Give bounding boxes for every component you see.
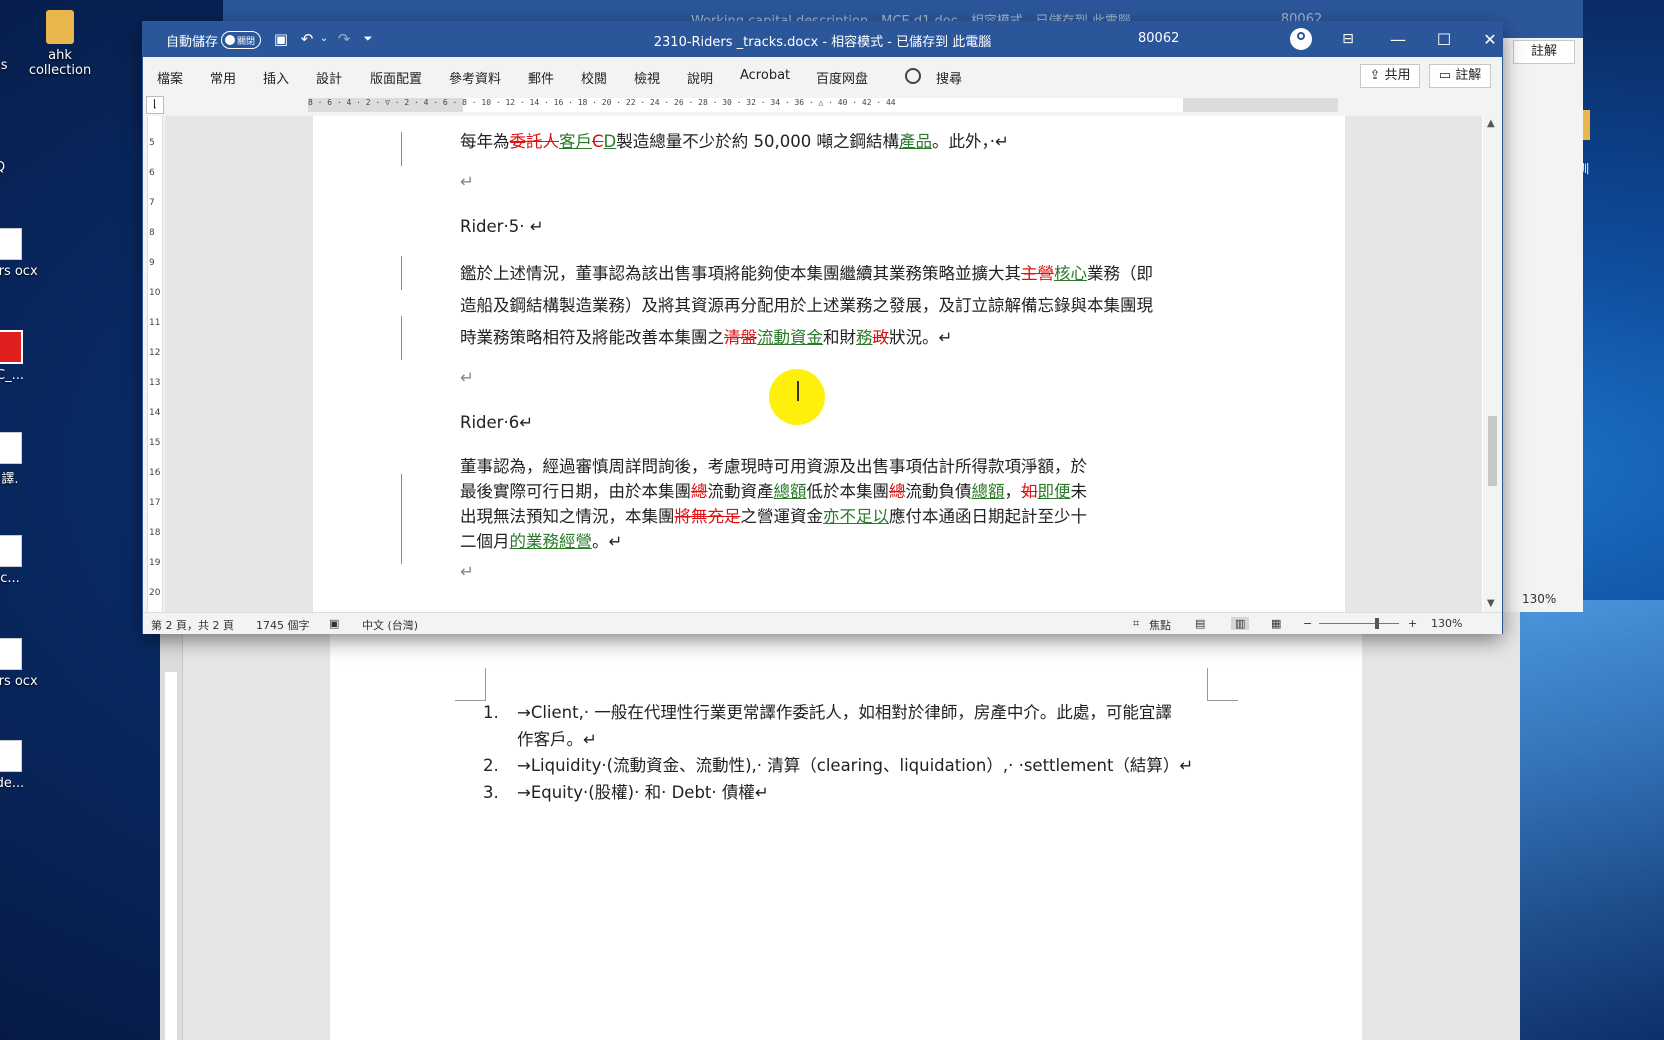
zoom-in-icon[interactable]: +	[1408, 617, 1417, 630]
avatar[interactable]	[1290, 28, 1312, 50]
page-count[interactable]: 第 2 頁，共 2 頁	[151, 617, 234, 633]
paragraph-line[interactable]: 董事認為，經過審慎周詳問詢後，考慮現時可用資源及出售事項估計所得款項淨額，於	[460, 453, 1087, 477]
word-count[interactable]: 1745 個字	[256, 617, 310, 633]
tab-mailings[interactable]: 郵件	[528, 68, 554, 87]
print-layout-icon[interactable]: ▥	[1231, 617, 1250, 630]
proofing-icon[interactable]: ▣	[329, 617, 339, 630]
tab-selector[interactable]: ⌊	[146, 96, 164, 114]
tab-design[interactable]: 設計	[316, 68, 342, 87]
background-vertical-ruler	[160, 612, 183, 1040]
document-icon	[0, 535, 22, 567]
language-indicator[interactable]: 中文 (台灣)	[362, 617, 418, 633]
scroll-up-icon[interactable]: ▲	[1487, 118, 1495, 129]
comments-button[interactable]: ▭ 註解	[1429, 64, 1491, 88]
document-icon	[0, 740, 22, 772]
search-box[interactable]: 搜尋	[936, 68, 962, 87]
document-icon	[0, 638, 22, 670]
maximize-button[interactable]: ☐	[1421, 22, 1467, 57]
paragraph-line[interactable]: 出現無法預知之情況，本集團將無充足之營運資金亦不足以應付本通函日期起計至少十	[460, 503, 1087, 527]
desktop-fragment: ns	[0, 58, 8, 73]
status-bar: 第 2 頁，共 2 頁 1745 個字 ▣ 中文 (台灣) ⌗ 焦點 ▤ ▥ ▦…	[143, 612, 1502, 634]
share-button[interactable]: ⇪ 共用	[1360, 64, 1420, 88]
footnote-list: 1. →Client,· 一般在代理性行業更常譯作委託人，如相對於律師，房產中介…	[483, 700, 1213, 806]
tab-view[interactable]: 檢視	[634, 68, 660, 87]
desktop-icon-riders-doc[interactable]: ders ocx	[0, 638, 55, 689]
tab-baidu[interactable]: 百度网盘	[816, 68, 868, 87]
paragraph-line[interactable]: 鑑於上述情況，董事認為該出售事項將能夠使本集團繼續其業務策略並擴大其主營核心業務…	[460, 260, 1153, 284]
ribbon-display-icon[interactable]: ⊟	[1325, 22, 1371, 57]
background-comment-button[interactable]: 註解	[1513, 40, 1575, 64]
close-button[interactable]: ✕	[1467, 22, 1513, 57]
comment-icon: ▭	[1438, 68, 1456, 83]
share-icon: ⇪	[1369, 68, 1385, 83]
tab-review[interactable]: 校閱	[581, 68, 607, 87]
tab-layout[interactable]: 版面配置	[370, 68, 422, 87]
list-item: 3. →Equity·(股權)· 和· Debt· 債權↵	[483, 782, 769, 802]
list-item: 2. →Liquidity·(流動資金、流動性),· 清算（clearing、l…	[483, 756, 1194, 775]
desktop-icon-doc[interactable]: c...	[0, 535, 55, 586]
ribbon-tabs: 檔案 常用 插入 設計 版面配置 參考資料 郵件 校閱 檢視 說明 Acroba…	[143, 57, 1502, 95]
zoom-slider[interactable]	[1319, 623, 1399, 624]
empty-paragraph[interactable]: ↵	[460, 368, 474, 387]
empty-paragraph[interactable]: ↵	[460, 172, 474, 191]
zoom-slider-thumb[interactable]	[1375, 618, 1379, 629]
paragraph-line[interactable]: 最後實際可行日期，由於本集團總流動資產總額低於本集團總流動負債總額，如即便未	[460, 478, 1087, 502]
focus-mode-label[interactable]: 焦點	[1149, 617, 1171, 633]
revision-bar	[401, 474, 402, 564]
paragraph-line[interactable]: 造船及鋼結構製造業務）及將其資源再分配用於上述業務之發展，及訂立諒解備忘錄與本集…	[460, 292, 1153, 316]
desktop-light-beam	[1515, 600, 1664, 1040]
desktop-icon-doc[interactable]: de...	[0, 740, 55, 791]
horizontal-ruler-row: ⌊ 8 · 6 · 4 · 2 · ▽ · 2 · 4 · 6 · 8 · 10…	[143, 94, 1502, 116]
tab-insert[interactable]: 插入	[263, 68, 289, 87]
document-icon	[0, 228, 22, 260]
zoom-level[interactable]: 130%	[1431, 617, 1462, 630]
read-mode-icon[interactable]: ▤	[1195, 617, 1205, 630]
desktop-fragment: Q	[0, 160, 45, 175]
empty-paragraph[interactable]: ↵	[460, 562, 474, 581]
vertical-ruler[interactable]: 5 6 7 8 9 10 11 12 13 14 15 16 17 18 19 …	[143, 116, 165, 628]
tab-references[interactable]: 參考資料	[449, 68, 501, 87]
scrollbar-thumb[interactable]	[1488, 416, 1497, 486]
tab-file[interactable]: 檔案	[157, 68, 183, 87]
desktop-icon-riders-doc[interactable]: ders ocx	[0, 228, 55, 279]
document-icon	[0, 432, 22, 464]
revision-bar	[401, 256, 402, 290]
user-id: 80062	[1138, 31, 1180, 46]
search-icon[interactable]	[905, 68, 921, 84]
desktop-icon-pdf[interactable]: C_...	[0, 330, 55, 383]
pdf-icon	[0, 330, 23, 364]
tab-help[interactable]: 說明	[687, 68, 713, 87]
background-zoom-level: 130%	[1522, 592, 1557, 606]
paragraph-line[interactable]: 時業務策略相符及將能改善本集團之清盤流動資金和財務政狀況。↵	[460, 324, 952, 348]
focus-icon[interactable]: ⌗	[1133, 617, 1139, 631]
paragraph-line[interactable]: 二個月的業務經營。↵	[460, 528, 622, 552]
web-layout-icon[interactable]: ▦	[1271, 617, 1281, 630]
ruler-numbers: 8 · 6 · 4 · 2 · ▽ · 2 · 4 · 6 · 8 · 10 ·…	[308, 98, 896, 107]
zoom-out-icon[interactable]: −	[1303, 617, 1312, 630]
title-bar: 自動儲存 關閉 ▣ ↶ ⌄ ↷ ⏷ 2310-Riders _tracks.do…	[143, 22, 1502, 57]
tab-home[interactable]: 常用	[210, 68, 236, 87]
word-window[interactable]: 自動儲存 關閉 ▣ ↶ ⌄ ↷ ⏷ 2310-Riders _tracks.do…	[143, 22, 1502, 634]
text-cursor-icon	[797, 381, 799, 401]
revision-bar	[401, 132, 402, 166]
paragraph-line[interactable]: 每年為委託人客戶CD製造總量不少於約 50,000 噸之鋼結構產品。此外，·↵	[460, 128, 1009, 152]
horizontal-ruler[interactable]: 8 · 6 · 4 · 2 · ▽ · 2 · 4 · 6 · 8 · 10 ·…	[308, 98, 1338, 112]
scroll-down-icon[interactable]: ▼	[1487, 598, 1495, 609]
revision-bar	[401, 316, 402, 360]
rider-6-heading[interactable]: Rider·6↵	[460, 413, 533, 432]
list-item: 1. →Client,· 一般在代理性行業更常譯作委託人，如相對於律師，房產中介…	[483, 703, 1172, 749]
minimize-button[interactable]: —	[1375, 22, 1421, 57]
tab-acrobat[interactable]: Acrobat	[740, 68, 790, 83]
document-area[interactable]: 每年為委託人客戶CD製造總量不少於約 50,000 噸之鋼結構產品。此外，·↵ …	[165, 116, 1482, 613]
rider-5-heading[interactable]: Rider·5· ↵	[460, 217, 544, 236]
vertical-scrollbar[interactable]: ▲ ▼	[1483, 116, 1502, 613]
crop-mark	[1207, 668, 1238, 701]
crop-mark	[455, 668, 486, 701]
folder-icon	[46, 10, 74, 44]
desktop-icon-doc[interactable]: 譯.	[0, 432, 55, 487]
